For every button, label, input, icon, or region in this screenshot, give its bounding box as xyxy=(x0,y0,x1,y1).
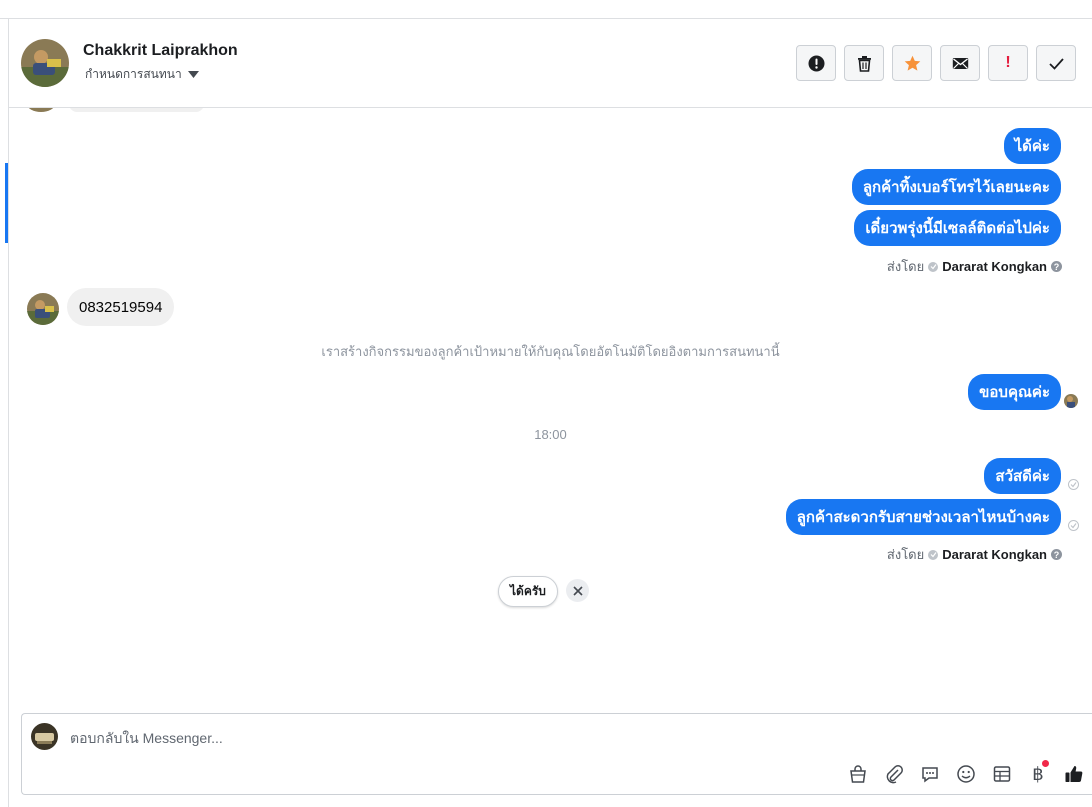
composer-tools: ฿ xyxy=(840,760,1092,788)
trash-icon xyxy=(857,55,871,72)
table-button[interactable] xyxy=(984,760,1020,788)
payment-button[interactable]: ฿ xyxy=(1020,760,1056,788)
emoji-icon xyxy=(957,765,975,783)
saved-reply-icon xyxy=(922,767,938,783)
verified-check-icon xyxy=(928,549,939,560)
reply-input[interactable] xyxy=(70,728,970,748)
outgoing-message[interactable]: ได้ค่ะ xyxy=(1003,128,1061,164)
help-icon[interactable]: ? xyxy=(1051,261,1062,272)
saved-reply-button[interactable] xyxy=(912,760,948,788)
outgoing-message[interactable]: ลูกค้าทิ้งเบอร์โทรไว้เลยนะคะ xyxy=(851,169,1061,205)
conversation-header: Chakkrit Laiprakhon กำหนดการสนทนา ! xyxy=(9,20,1092,108)
star-icon xyxy=(904,55,920,71)
contact-avatar-small[interactable] xyxy=(27,293,59,325)
sent-by-label: ส่งโดย Dararat Kongkan ? xyxy=(887,256,1062,277)
notification-dot xyxy=(1042,760,1049,767)
message-thread[interactable]: ได้ค่ะ ลูกค้าทิ้งเบอร์โทรไว้เลยนะคะ เดี๋… xyxy=(9,108,1092,713)
alert-action-button[interactable] xyxy=(796,45,836,81)
caret-down-icon xyxy=(187,70,199,78)
shopping-bag-icon xyxy=(850,765,866,783)
system-note: เราสร้างกิจกรรมของลูกค้าเป้าหมายให้กับคุ… xyxy=(321,344,780,359)
quick-reply-chip[interactable]: ได้ครับ xyxy=(498,576,558,607)
done-action-button[interactable] xyxy=(1036,45,1076,81)
exclamation-icon: ! xyxy=(1005,54,1011,71)
paperclip-icon xyxy=(886,765,903,784)
page-avatar xyxy=(31,723,58,750)
sent-by-label: ส่งโดย Dararat Kongkan ? xyxy=(887,544,1062,565)
help-icon[interactable]: ? xyxy=(1051,549,1062,560)
mail-action-button[interactable] xyxy=(940,45,980,81)
attach-button[interactable] xyxy=(876,760,912,788)
contact-avatar[interactable] xyxy=(21,39,69,87)
time-separator: 18:00 xyxy=(534,427,567,442)
seen-avatar xyxy=(1064,394,1078,408)
top-strip xyxy=(0,0,1092,19)
baht-icon: ฿ xyxy=(1032,763,1044,784)
delete-action-button[interactable] xyxy=(844,45,884,81)
verified-check-icon xyxy=(928,261,939,272)
shopping-bag-button[interactable] xyxy=(840,760,876,788)
active-conversation-indicator xyxy=(5,163,8,243)
conversation-actions: ! xyxy=(796,45,1076,81)
delivered-check-icon xyxy=(1068,520,1079,531)
like-button[interactable] xyxy=(1056,760,1092,788)
checkmark-icon xyxy=(1048,57,1064,70)
sent-by-prefix: ส่งโดย xyxy=(886,259,925,274)
outgoing-message[interactable]: สวัสดีค่ะ xyxy=(984,458,1061,494)
table-icon xyxy=(993,766,1011,782)
messenger-inbox: Chakkrit Laiprakhon กำหนดการสนทนา ! ได้ค… xyxy=(0,0,1092,807)
contact-name: Chakkrit Laiprakhon xyxy=(83,42,238,59)
previous-message-bubble xyxy=(69,108,204,112)
follow-up-action-button[interactable]: ! xyxy=(988,45,1028,81)
sender-name[interactable]: Dararat Kongkan xyxy=(942,547,1047,562)
close-icon[interactable] xyxy=(566,579,589,602)
alert-circle-icon xyxy=(808,55,824,71)
thumbs-up-icon xyxy=(1065,766,1083,782)
conversation-schedule-dropdown[interactable]: กำหนดการสนทนา xyxy=(85,65,199,84)
reply-composer: ฿ xyxy=(21,713,1092,795)
sender-name[interactable]: Dararat Kongkan xyxy=(942,259,1047,274)
outgoing-message[interactable]: ขอบคุณค่ะ xyxy=(968,374,1061,410)
conversation-schedule-label: กำหนดการสนทนา xyxy=(85,67,182,81)
emoji-button[interactable] xyxy=(948,760,984,788)
envelope-icon xyxy=(952,57,968,69)
outgoing-message[interactable]: เดี๋ยวพรุ่งนี้มีเซลล์ติดต่อไปค่ะ xyxy=(854,210,1061,246)
delivered-check-icon xyxy=(1068,479,1079,490)
incoming-message[interactable]: 0832519594 xyxy=(67,288,175,326)
outgoing-message[interactable]: ลูกค้าสะดวกรับสายช่วงเวลาไหนบ้างคะ xyxy=(785,499,1061,535)
star-action-button[interactable] xyxy=(892,45,932,81)
previous-message-avatar xyxy=(27,108,55,112)
sent-by-prefix: ส่งโดย xyxy=(886,547,925,562)
